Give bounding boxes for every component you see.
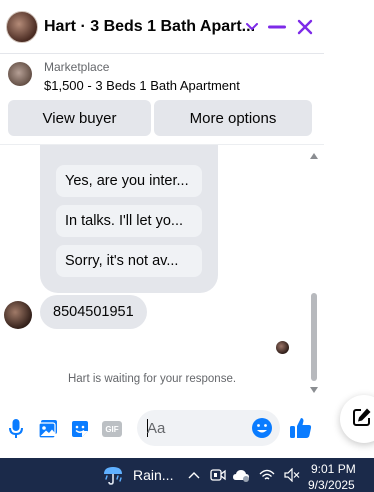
listing-thumbnail[interactable] [8, 62, 32, 86]
chat-header: Hart · 3 Beds 1 Bath Apart... [0, 0, 324, 54]
taskbar: Rain... 9:01 PM 9/3/2025 [0, 458, 374, 492]
close-icon[interactable] [294, 16, 316, 38]
scroll-up-arrow-icon[interactable] [310, 153, 318, 159]
weather-label[interactable]: Rain... [133, 467, 173, 483]
gif-icon[interactable]: GIF [101, 418, 123, 440]
message-bubble[interactable]: 8504501951 [40, 295, 147, 329]
thumbs-up-icon[interactable] [289, 416, 315, 442]
rain-weather-icon[interactable] [102, 464, 124, 486]
chat-window: Hart · 3 Beds 1 Bath Apart... Marketplac… [0, 0, 324, 458]
volume-muted-icon[interactable] [283, 466, 301, 484]
onedrive-cloud-icon[interactable] [232, 466, 250, 484]
minimize-icon[interactable] [266, 16, 288, 38]
edit-icon [352, 407, 372, 432]
quick-reply-button[interactable]: Sorry, it's not av... [56, 245, 202, 277]
waiting-status: Hart is waiting for your response. [67, 373, 237, 385]
clock-date[interactable]: 9/3/2025 [308, 478, 355, 492]
marketplace-label: Marketplace [44, 60, 110, 74]
photo-icon[interactable] [37, 418, 59, 440]
message-list[interactable]: Yes, are you inter... In talks. I'll let… [0, 144, 324, 398]
message-input[interactable] [147, 418, 247, 438]
marketplace-panel: Marketplace $1,500 - 3 Beds 1 Bath Apart… [0, 54, 324, 144]
quick-reply-button[interactable]: Yes, are you inter... [56, 165, 202, 197]
quick-reply-button[interactable]: In talks. I'll let yo... [56, 205, 202, 237]
more-options-button[interactable]: More options [154, 100, 312, 136]
emoji-icon[interactable] [251, 417, 273, 439]
read-receipt-avatar [276, 341, 289, 354]
view-buyer-button[interactable]: View buyer [8, 100, 151, 136]
contact-avatar[interactable] [6, 10, 38, 43]
message-input-box[interactable] [137, 410, 280, 446]
scroll-down-arrow-icon[interactable] [310, 387, 318, 393]
composer-bar: GIF [0, 398, 324, 458]
screen: Hart · 3 Beds 1 Bath Apart... Marketplac… [0, 0, 374, 492]
scrollbar-thumb[interactable] [311, 293, 317, 381]
sender-avatar[interactable] [4, 301, 32, 329]
chevron-down-icon[interactable] [241, 16, 263, 38]
wifi-icon[interactable] [258, 466, 276, 484]
meet-now-icon[interactable] [209, 466, 227, 484]
chevron-up-icon[interactable] [185, 466, 203, 484]
new-message-button[interactable] [340, 395, 374, 443]
chat-title[interactable]: Hart · 3 Beds 1 Bath Apart... [44, 18, 266, 36]
sticker-icon[interactable] [69, 418, 91, 440]
microphone-icon[interactable] [5, 418, 27, 440]
clock-time[interactable]: 9:01 PM [311, 462, 356, 476]
listing-description: $1,500 - 3 Beds 1 Bath Apartment [44, 78, 240, 93]
scrollbar[interactable] [309, 151, 319, 395]
